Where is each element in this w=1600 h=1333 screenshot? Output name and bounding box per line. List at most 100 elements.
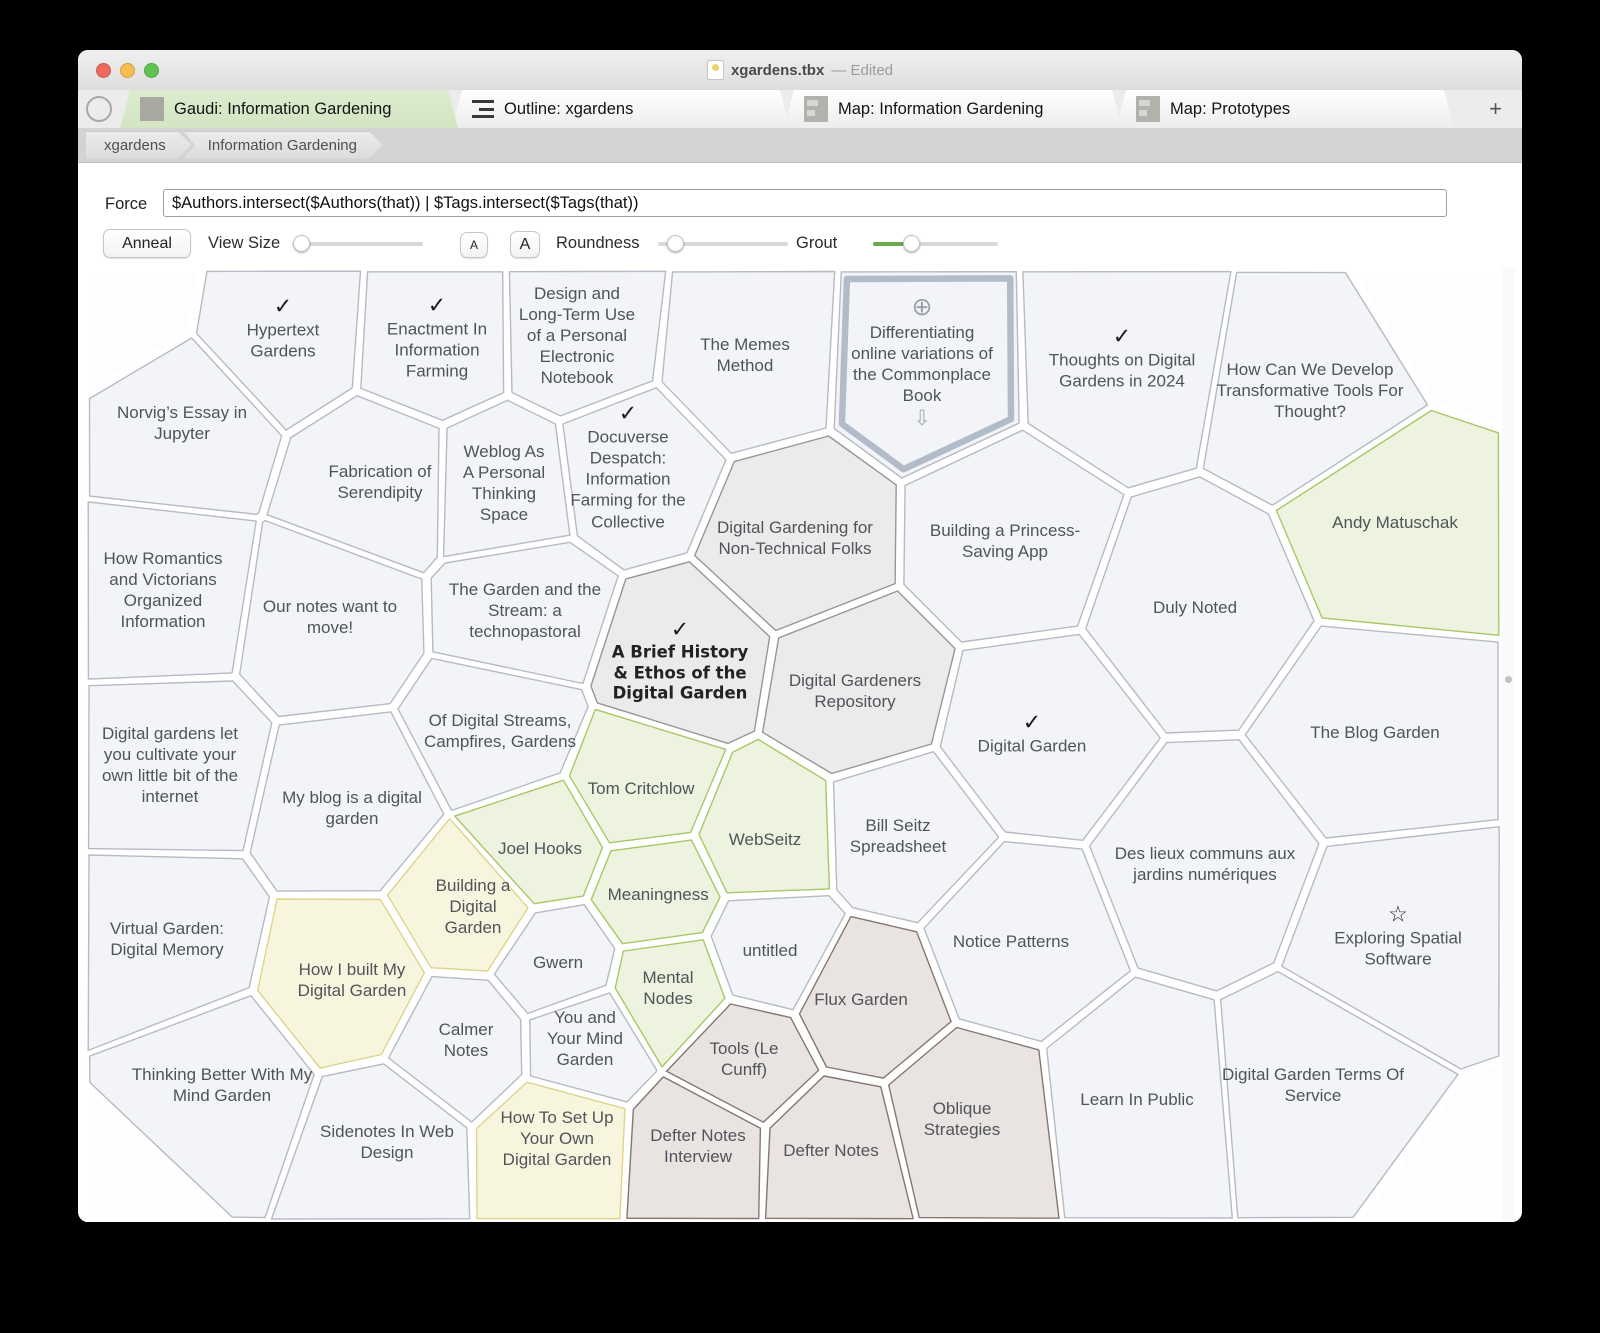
map-cell-digital-garden-terms[interactable]: Digital Garden Terms Of Service: [1211, 1064, 1414, 1106]
map-cell-thoughts-digital-gardens-2024[interactable]: ✓ Thoughts on Digital Gardens in 2024: [1035, 325, 1209, 392]
map-cell-our-notes-move[interactable]: Our notes want to move!: [255, 596, 405, 638]
breadcrumb-item-xgardens[interactable]: xgardens: [86, 132, 192, 159]
map-cell-tom-critchlow[interactable]: Tom Critchlow: [580, 778, 702, 799]
map-cell-differentiating-commonplace[interactable]: ⊕ Differentiating online variations of th…: [847, 292, 998, 431]
tab-overview-button[interactable]: [78, 90, 120, 128]
map-cell-how-to-set-up[interactable]: How To Set Up Your Own Digital Garden: [500, 1107, 614, 1170]
map-cell-label: Mental Nodes: [642, 968, 694, 1009]
map-cell-des-lieux-communs[interactable]: Des lieux communs aux jardins numériques: [1107, 843, 1302, 885]
tab-gaudi-information-gardening[interactable]: Gaudi: Information Gardening: [120, 90, 458, 128]
slider-track: [293, 242, 423, 246]
slider-thumb[interactable]: [902, 235, 920, 252]
tab-outline-xgardens[interactable]: Outline: xgardens: [452, 90, 790, 128]
map-cell-label: Bill Seitz Spreadsheet: [849, 816, 947, 857]
map-cell-notice-patterns[interactable]: Notice Patterns: [925, 931, 1097, 952]
map-cell-brief-history-ethos[interactable]: ✓ A Brief History & Ethos of the Digital …: [608, 617, 753, 705]
map-cell-label: Thinking Better With My Mind Garden: [131, 1065, 313, 1106]
breadcrumb-item-information-gardening[interactable]: Information Gardening: [184, 132, 383, 159]
map-cell-virtual-garden-memory[interactable]: Virtual Garden: Digital Memory: [93, 918, 240, 960]
font-smaller-button[interactable]: A: [460, 232, 488, 258]
check-badge-icon: ✓: [670, 617, 690, 643]
map-cell-fabrication-serendipity[interactable]: Fabrication of Serendipity: [311, 461, 449, 503]
map-cell-princess-saving-app[interactable]: Building a Princess-Saving App: [912, 520, 1098, 562]
zoom-window-button[interactable]: [144, 62, 159, 78]
tab-label: Gaudi: Information Gardening: [174, 99, 392, 118]
map-cell-blog-garden[interactable]: The Blog Garden: [1266, 722, 1485, 743]
anneal-button[interactable]: Anneal: [103, 229, 191, 258]
map-cell-learn-in-public[interactable]: Learn In Public: [1061, 1089, 1213, 1110]
map-cell-defter-notes-interview[interactable]: Defter Notes Interview: [648, 1125, 747, 1167]
app-window: xgardens.tbx — Edited Gaudi: Information…: [78, 50, 1522, 1222]
map-cell-label: Fabrication of Serendipity: [328, 462, 432, 503]
expand-down-icon[interactable]: ⇩: [847, 406, 998, 431]
map-cell-thinking-better-mind-garden[interactable]: Thinking Better With My Mind Garden: [127, 1064, 317, 1106]
scrollbar[interactable]: [1502, 268, 1515, 1222]
map-cell-defter-notes[interactable]: Defter Notes: [774, 1140, 888, 1161]
desktop-background: xgardens.tbx — Edited Gaudi: Information…: [0, 0, 1600, 1333]
roundness-slider[interactable]: [658, 230, 788, 258]
map-cell-digital-garden[interactable]: ✓ Digital Garden: [939, 711, 1125, 756]
map-cell-transformative-tools[interactable]: How Can We Develop Transformative Tools …: [1215, 359, 1405, 422]
grout-slider[interactable]: [873, 230, 998, 258]
map-cell-label: Norvig’s Essay in Jupyter: [116, 403, 248, 444]
map-cell-cultivate-internet[interactable]: Digital gardens let you cultivate your o…: [95, 723, 244, 807]
view-size-slider[interactable]: [292, 230, 423, 258]
map-cell-weblog-personal-thinking[interactable]: Weblog As A Personal Thinking Space: [458, 441, 550, 525]
map-cell-sidenotes-web-design[interactable]: Sidenotes In Web Design: [305, 1121, 469, 1163]
map-cell-design-long-term-notebook[interactable]: Design and Long-Term Use of a Personal E…: [516, 283, 638, 388]
grout-label: Grout: [796, 234, 838, 252]
map-cell-tools-le-cunff[interactable]: Tools (Le Cunff): [685, 1038, 803, 1080]
map-cell-label: How Romantics and Victorians Organized I…: [103, 549, 223, 632]
map-view-icon: [1136, 96, 1160, 122]
map-cell-my-blog-digital-garden[interactable]: My blog is a digital garden: [272, 787, 432, 829]
map-cell-label: WebSeitz: [728, 830, 802, 850]
map-cell-gwern[interactable]: Gwern: [515, 952, 601, 973]
add-link-icon[interactable]: ⊕: [847, 292, 998, 322]
map-cell-joel-hooks[interactable]: Joel Hooks: [483, 838, 597, 859]
map-cell-label: Defter Notes: [783, 1141, 879, 1161]
tab-map-information-gardening[interactable]: Map: Information Gardening: [784, 90, 1122, 128]
map-cell-building-digital-garden[interactable]: Building a Digital Garden: [420, 875, 526, 938]
font-larger-button[interactable]: A: [510, 231, 540, 258]
slider-thumb[interactable]: [666, 235, 684, 252]
close-window-button[interactable]: [96, 62, 111, 78]
new-tab-button[interactable]: +: [1469, 90, 1522, 128]
map-cell-label: Thoughts on Digital Gardens in 2024: [1048, 350, 1196, 391]
gaudi-map[interactable]: ✓ Hypertext Gardens ✓ Enactment In Informat…: [85, 268, 1502, 1222]
map-cell-docuverse-despatch[interactable]: ✓ Docuverse Despatch: Information Farming…: [564, 401, 693, 533]
map-cell-label: Our notes want to move!: [262, 597, 398, 638]
map-cell-untitled[interactable]: untitled: [720, 940, 820, 961]
map-cell-hypertext-gardens[interactable]: ✓ Hypertext Gardens: [218, 294, 348, 362]
map-cell-exploring-spatial-software[interactable]: ☆ Exploring Spatial Software: [1306, 903, 1489, 970]
map-cell-oblique-strategies[interactable]: Oblique Strategies: [894, 1098, 1030, 1140]
check-badge-icon: ✓: [618, 401, 638, 427]
check-badge-icon: ✓: [273, 294, 293, 320]
map-cell-enactment-information-farming[interactable]: ✓ Enactment In Information Farming: [383, 294, 492, 382]
map-cell-digital-gardening-non-technical[interactable]: Digital Gardening for Non-Technical Folk…: [711, 517, 879, 559]
map-cell-label: Des lieux communs aux jardins numériques: [1114, 844, 1296, 885]
force-input[interactable]: [163, 189, 1447, 217]
map-cell-digital-streams-campfires[interactable]: Of Digital Streams, Campfires, Gardens: [422, 710, 578, 752]
minimize-window-button[interactable]: [120, 62, 135, 78]
map-cell-romantics-victorians[interactable]: How Romantics and Victorians Organized I…: [96, 548, 230, 632]
slider-thumb[interactable]: [292, 235, 310, 252]
map-cell-flux-garden[interactable]: Flux Garden: [802, 989, 920, 1010]
map-cell-mental-nodes[interactable]: Mental Nodes: [630, 967, 706, 1009]
tab-map-prototypes[interactable]: Map: Prototypes: [1116, 90, 1454, 128]
map-cell-label: How I built My Digital Garden: [297, 960, 407, 1001]
map-cell-calmer-notes[interactable]: Calmer Notes: [416, 1019, 515, 1061]
traffic-lights: [96, 62, 159, 78]
map-cell-garden-and-stream[interactable]: The Garden and the Stream: a technopasto…: [448, 579, 601, 642]
map-cell-digital-gardeners-repository[interactable]: Digital Gardeners Repository: [776, 670, 934, 712]
roundness-label: Roundness: [556, 234, 640, 252]
map-cell-meaningness[interactable]: Meaningness: [608, 884, 709, 905]
map-cell-duly-noted[interactable]: Duly Noted: [1098, 597, 1292, 618]
map-cell-andy-matuschak[interactable]: Andy Matuschak: [1301, 512, 1489, 533]
map-cell-how-i-built-my-digital-garden[interactable]: How I built My Digital Garden: [286, 959, 419, 1001]
map-cell-bill-seitz-spreadsheet[interactable]: Bill Seitz Spreadsheet: [832, 815, 963, 857]
map-cell-you-and-your-mind-garden[interactable]: You and Your Mind Garden: [538, 1007, 631, 1070]
map-cell-label: Hypertext Gardens: [246, 320, 320, 361]
map-cell-norvig-jupyter[interactable]: Norvig’s Essay in Jupyter: [103, 402, 261, 444]
map-cell-memes-method[interactable]: The Memes Method: [676, 334, 815, 376]
map-cell-webseitz[interactable]: WebSeitz: [717, 829, 813, 850]
